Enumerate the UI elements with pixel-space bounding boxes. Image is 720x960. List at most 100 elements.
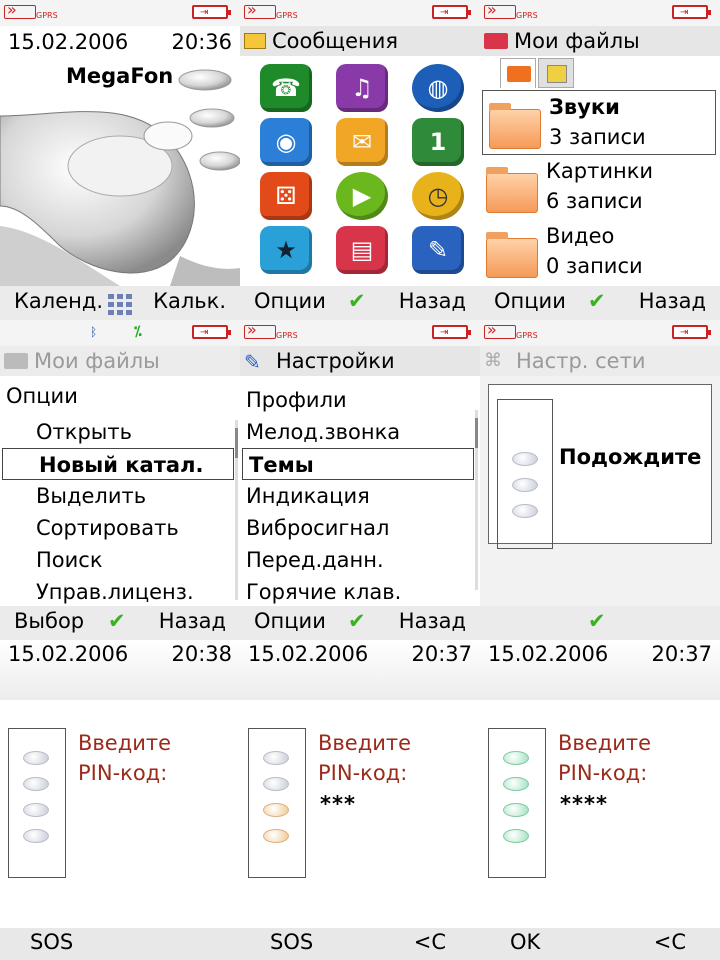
menu-item[interactable]: Поиск	[0, 544, 236, 576]
settings-icon[interactable]: ✎	[412, 226, 464, 274]
softkey-left[interactable]: Опции	[494, 289, 566, 313]
softkey-right[interactable]: Кальк.	[153, 289, 226, 313]
progress-animation	[497, 399, 553, 549]
softkey-right[interactable]: <C	[654, 930, 686, 954]
internet-icon[interactable]: ◍	[412, 64, 464, 112]
scrollbar[interactable]	[475, 410, 478, 590]
memory-card-icon	[547, 65, 567, 83]
phonebook-icon[interactable]: ☎	[260, 64, 312, 112]
check-icon[interactable]: ✔	[588, 609, 606, 633]
title-bar: Мои файлы	[480, 26, 720, 56]
softkey-right[interactable]: Назад	[399, 289, 466, 313]
options-header: Опции	[6, 384, 78, 408]
status-bar: 15.02.2006 20:37	[480, 640, 720, 700]
list-item[interactable]: Картинки 6 записи	[480, 155, 720, 220]
network-settings-screen: GPRS ⇥ ⌘ Настр. сети Подождите ✔	[480, 320, 720, 640]
menu-item[interactable]: Горячие клав.	[240, 576, 476, 608]
menu-grid-icon[interactable]	[108, 294, 132, 315]
gprs-label: GPRS	[516, 11, 538, 20]
pin-entry-screen: 15.02.2006 20:37 Введите PIN-код: **** O…	[480, 640, 720, 960]
softkey-left[interactable]: Опции	[254, 609, 326, 633]
wallpaper-image	[0, 56, 240, 286]
battery-icon: ⇥	[192, 5, 231, 19]
files-icon[interactable]: ▤	[336, 226, 388, 274]
folder-icon	[4, 353, 28, 369]
games-icon[interactable]: ⚄	[260, 172, 312, 220]
pin-entry-screen: 15.02.2006 20:37 Введите PIN-код: *** SO…	[240, 640, 480, 960]
menu-item[interactable]: Вибросигнал	[240, 512, 476, 544]
operator-logo-icon	[244, 0, 276, 19]
softkey-left[interactable]: Опции	[254, 289, 326, 313]
pin-prompt: Введите PIN-код:	[558, 728, 651, 788]
wait-dialog: Подождите	[488, 384, 712, 549]
softkey-left[interactable]: OK	[510, 930, 540, 954]
softkey-left[interactable]: Выбор	[14, 609, 84, 633]
title-bar: ✎ Настройки	[240, 346, 480, 376]
menu-item[interactable]: Темы	[242, 448, 474, 480]
softkey-left[interactable]: Календ.	[14, 289, 103, 313]
pin-input[interactable]: ****	[560, 792, 608, 816]
pin-entry-screen: 15.02.2006 20:38 Введите PIN-код: SOS	[0, 640, 240, 960]
list-item[interactable]: Звуки 3 записи	[482, 90, 716, 155]
title-bar: ⌘ Настр. сети	[480, 346, 720, 376]
messages-icon[interactable]: ✉	[336, 118, 388, 166]
menu-item[interactable]: Индикация	[240, 480, 476, 512]
files-options-screen: ᛒ ⁒ ⇥ Мои файлы Опции Открыть Новый ката…	[0, 320, 240, 640]
battery-icon: ⇥	[672, 5, 711, 19]
folder-icon	[489, 103, 541, 149]
page-title: Мои файлы	[34, 349, 160, 373]
battery-icon: ⇥	[192, 325, 231, 339]
menu-item[interactable]: Управ.лиценз.	[0, 576, 236, 608]
check-icon[interactable]: ✔	[588, 289, 606, 313]
network-icon: ⌘	[484, 350, 502, 371]
menu-item[interactable]: Выделить	[0, 480, 236, 512]
play-icon[interactable]: ▶	[336, 172, 388, 220]
calendar-icon[interactable]: 1	[412, 118, 464, 166]
menu-item[interactable]: Мелод.звонка	[240, 416, 476, 448]
status-bar: 15.02.2006 20:37	[240, 640, 480, 700]
media-player-icon[interactable]: ♫	[336, 64, 388, 112]
page-title: Мои файлы	[514, 29, 640, 53]
camera-icon[interactable]: ◉	[260, 118, 312, 166]
scrollbar[interactable]	[235, 420, 238, 600]
softkey-bar: Выбор ✔ Назад	[0, 606, 240, 640]
progress-animation	[248, 728, 306, 878]
softkey-right[interactable]: Назад	[159, 609, 226, 633]
date-display: 15.02.2006	[8, 30, 129, 54]
my-files-screen: GPRS ⇥ Мои файлы Звуки 3 записи Картинки…	[480, 0, 720, 320]
menu-item[interactable]: Перед.данн.	[240, 544, 476, 576]
standby-screen: GPRS ⇥ 15.02.2006 20:36 MegaFon Календ.	[0, 0, 240, 320]
tab-memory-card[interactable]	[538, 58, 574, 88]
check-icon[interactable]: ✔	[108, 609, 126, 633]
battery-icon: ⇥	[432, 5, 471, 19]
softkey-right[interactable]: Назад	[639, 289, 706, 313]
check-icon[interactable]: ✔	[348, 289, 366, 313]
envelope-icon	[244, 33, 266, 49]
menu-item[interactable]: Новый катал.	[2, 448, 234, 480]
softkey-bar: OK <C	[480, 928, 720, 960]
menu-item[interactable]: Профили	[240, 384, 476, 416]
time-display: 20:37	[411, 642, 472, 666]
check-icon[interactable]: ✔	[348, 609, 366, 633]
operator-logo-icon	[484, 320, 516, 339]
softkey-left[interactable]: SOS	[270, 930, 313, 954]
status-bar: GPRS ⇥	[480, 320, 720, 346]
pin-prompt-line: PIN-код:	[318, 761, 408, 785]
alarm-icon[interactable]: ◷	[412, 172, 464, 220]
pin-input[interactable]: ***	[320, 792, 356, 816]
list-item[interactable]: Видео 0 записи	[480, 220, 720, 285]
menu-item[interactable]: Открыть	[0, 416, 236, 448]
entertainment-icon[interactable]: ★	[260, 226, 312, 274]
menu-item[interactable]: Сортировать	[0, 512, 236, 544]
softkey-right[interactable]: <C	[414, 930, 446, 954]
folder-icon	[507, 66, 531, 82]
softkey-left[interactable]: SOS	[30, 930, 73, 954]
gprs-label: GPRS	[276, 331, 298, 340]
softkey-right[interactable]: Назад	[399, 609, 466, 633]
softkey-bar: ✔	[480, 606, 720, 640]
options-list: Открыть Новый катал. Выделить Сортироват…	[0, 416, 236, 608]
softkey-bar: Календ. Кальк.	[0, 286, 240, 320]
folder-icon	[486, 167, 538, 213]
status-bar: GPRS ⇥	[240, 0, 480, 26]
tab-folders[interactable]	[500, 58, 536, 88]
